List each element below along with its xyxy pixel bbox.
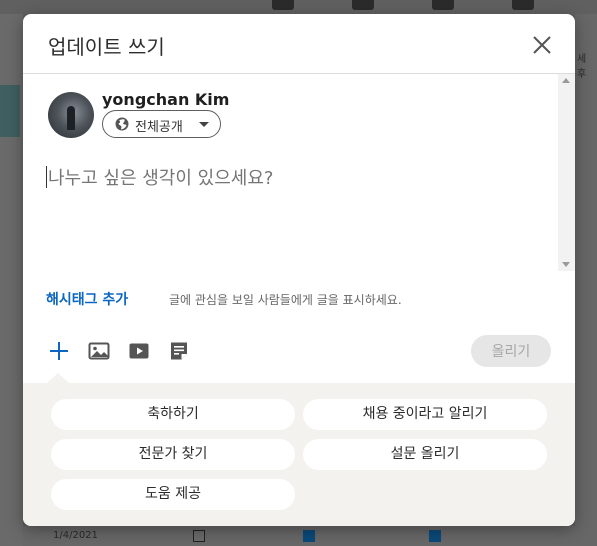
background-right-column: 세 후	[575, 14, 597, 546]
background-bottom-row: 1/4/2021	[23, 526, 575, 546]
image-icon	[88, 342, 110, 360]
post-text-input[interactable]	[46, 164, 550, 192]
scroll-down-icon[interactable]	[562, 262, 570, 267]
background-checkbox	[193, 530, 205, 542]
background-checkbox	[429, 530, 441, 542]
background-left-block	[0, 85, 20, 137]
suggestion-hiring[interactable]: 채용 중이라고 알리기	[303, 399, 547, 430]
background-checkbox	[303, 530, 315, 542]
add-hashtag-button[interactable]: 해시태그 추가	[46, 289, 128, 309]
suggestion-create-poll[interactable]: 설문 올리기	[303, 439, 547, 470]
suggestion-celebrate[interactable]: 축하하기	[51, 399, 295, 430]
background-right-text: 세 후	[577, 54, 587, 80]
add-button[interactable]	[48, 340, 70, 362]
suggestion-offer-help[interactable]: 도움 제공	[51, 479, 295, 510]
suggestion-find-expert[interactable]: 전문가 찾기	[51, 439, 295, 470]
background-top-nav	[0, 0, 597, 14]
avatar	[48, 92, 94, 138]
create-post-modal: 업데이트 쓰기 yongchan Kim 전체공개 해시태그 추가 글에 관심을…	[23, 14, 575, 526]
globe-icon	[115, 117, 129, 131]
suggestions-panel: 축하하기 채용 중이라고 알리기 전문가 찾기 설문 올리기 도움 제공	[23, 373, 575, 526]
chevron-down-icon	[199, 122, 209, 127]
scroll-up-icon[interactable]	[562, 78, 570, 83]
home-icon	[272, 0, 294, 10]
close-button[interactable]	[529, 32, 555, 58]
plus-icon	[50, 342, 68, 360]
modal-title: 업데이트 쓰기	[48, 35, 165, 59]
video-icon	[129, 343, 149, 359]
background-date: 1/4/2021	[53, 530, 98, 541]
hashtag-help-text: 글에 관심을 보일 사람들에게 글을 표시하세요.	[169, 293, 402, 307]
network-icon	[352, 0, 374, 10]
modal-header: 업데이트 쓰기	[23, 14, 575, 74]
jobs-icon	[432, 0, 454, 10]
close-icon	[533, 36, 551, 54]
scrollbar[interactable]	[558, 74, 575, 271]
document-icon	[171, 342, 187, 360]
text-cursor	[46, 166, 47, 188]
user-name: yongchan Kim	[102, 90, 230, 109]
write-article-button[interactable]	[168, 340, 190, 362]
add-video-button[interactable]	[128, 340, 150, 362]
visibility-label: 전체공개	[135, 120, 183, 135]
post-button[interactable]: 올리기	[471, 335, 551, 367]
panel-notch	[47, 373, 69, 383]
visibility-dropdown[interactable]: 전체공개	[102, 110, 221, 138]
add-photo-button[interactable]	[88, 340, 110, 362]
messaging-icon	[512, 0, 534, 10]
